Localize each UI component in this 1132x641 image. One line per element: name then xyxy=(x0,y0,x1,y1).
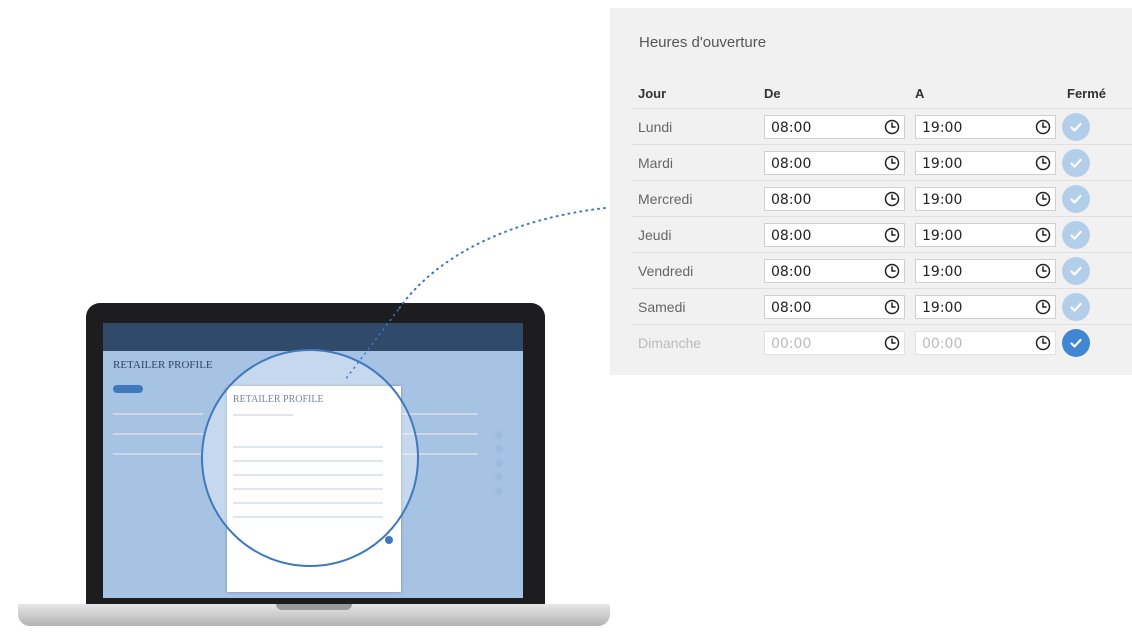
connector-line xyxy=(344,207,606,381)
